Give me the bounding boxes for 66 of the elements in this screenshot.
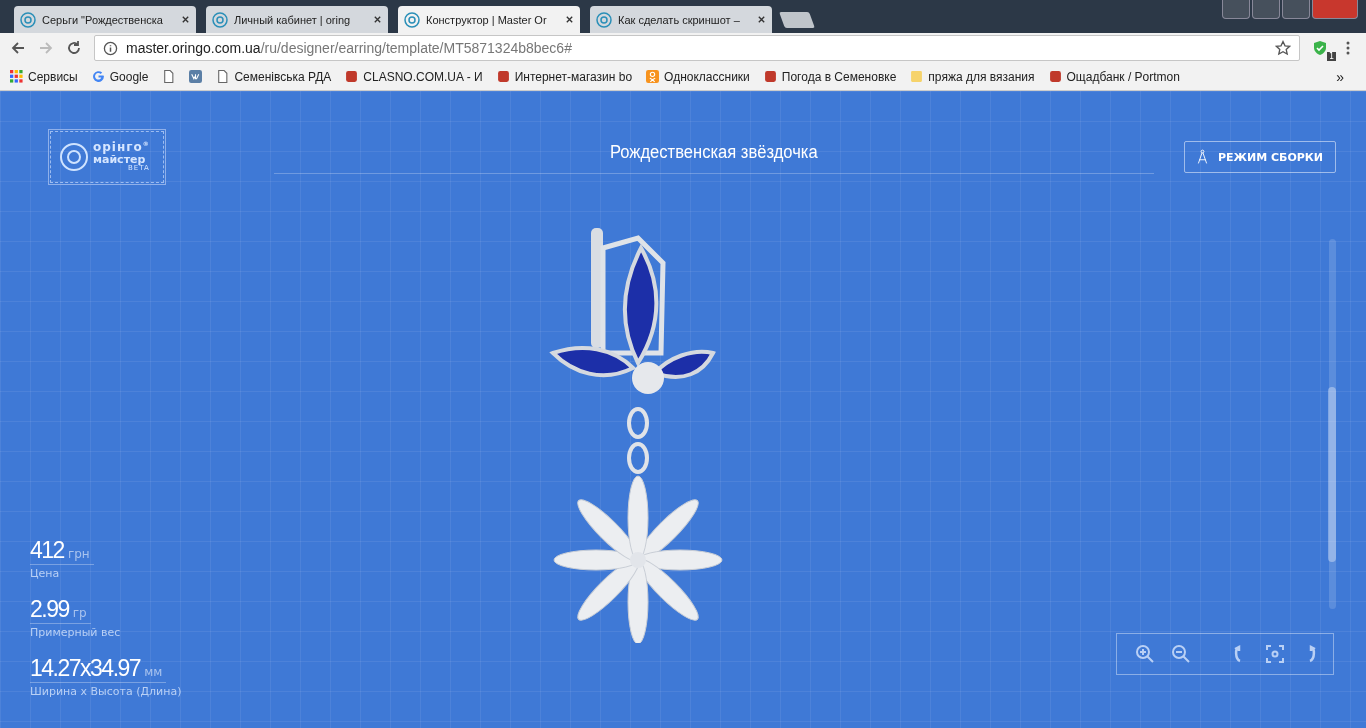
url-text: master.oringo.com.ua/ru/designer/earring/template/MT5871324b8bec6#: [126, 40, 573, 56]
shield-extension-icon[interactable]: 1: [1312, 37, 1334, 59]
browser-tab[interactable]: Как сделать скриншот –: [590, 6, 772, 33]
address-bar[interactable]: master.oringo.com.ua/ru/designer/earring/template/MT5871324b8bec6#: [94, 35, 1300, 61]
bookmark-item[interactable]: пряжа для вязания: [910, 69, 1035, 84]
focus-icon[interactable]: [1265, 644, 1285, 664]
apps-grid-icon: [10, 70, 23, 83]
zoom-in-icon[interactable]: [1135, 644, 1155, 664]
zoom-out-icon[interactable]: [1171, 644, 1191, 664]
info-icon[interactable]: [103, 40, 118, 56]
ring-icon: [20, 11, 36, 28]
stat-value: 2.99: [30, 596, 69, 623]
ring-icon: [404, 11, 420, 28]
new-tab-button[interactable]: [779, 12, 815, 28]
stat-unit: мм: [144, 665, 163, 679]
product-title: Рождественская звёздочка: [610, 141, 818, 163]
stat-unit: грн: [67, 547, 90, 561]
bookmark-item[interactable]: Сервисы: [10, 69, 78, 84]
bookmark-item[interactable]: [189, 70, 203, 83]
browser-tab[interactable]: Конструктор | Master Or: [398, 6, 580, 33]
reload-icon[interactable]: [66, 40, 82, 56]
stat-label: Ширина х Высота (Длина): [30, 685, 182, 698]
shield-icon: [1312, 40, 1328, 56]
document-icon: [216, 70, 230, 83]
tab-title: Конструктор | Master Or: [426, 13, 548, 26]
more-bookmarks-button[interactable]: »: [1336, 68, 1344, 85]
menu-icon[interactable]: [1346, 40, 1350, 56]
logo-subtitle: майстер: [93, 153, 146, 166]
site-favicon-icon: [1048, 70, 1062, 83]
extension-badge: 1: [1326, 52, 1336, 61]
star-icon[interactable]: [1275, 40, 1291, 56]
stat-value: 412: [30, 537, 64, 564]
bookmark-item[interactable]: Одноклассники: [646, 69, 750, 84]
browser-tab[interactable]: Личный кабинет | oring: [206, 6, 388, 33]
bookmark-item[interactable]: [162, 70, 176, 83]
bookmark-item[interactable]: CLASNO.COM.UA - И: [345, 69, 483, 84]
back-icon[interactable]: [10, 40, 26, 56]
bookmark-item[interactable]: Семенівська РДА: [216, 69, 332, 84]
compass-icon: [1196, 149, 1208, 165]
browser-tab[interactable]: Серьги "Рождественска: [14, 6, 196, 33]
bookmark-item[interactable]: Интернет-магазин bo: [496, 69, 633, 84]
bookmark-item[interactable]: Погода в Семеновке: [763, 69, 897, 84]
assembly-mode-button[interactable]: РЕЖИМ СБОРКИ: [1183, 141, 1336, 173]
site-favicon-icon: [345, 70, 359, 83]
ok-logo-icon: [646, 70, 660, 83]
stat-unit: гр: [72, 606, 87, 620]
stat-value: 14.27x34.97: [30, 655, 141, 682]
site-favicon-icon: [763, 70, 777, 83]
ring-logo-icon: [59, 142, 89, 172]
tab-title: Как сделать скриншот –: [618, 13, 741, 26]
stat-label: Примерный вес: [30, 626, 121, 639]
tab-title: Серьги "Рождественска: [42, 13, 164, 26]
vk-logo-icon: [189, 70, 203, 83]
ring-icon: [212, 11, 228, 28]
ring-icon: [596, 11, 612, 28]
bookmark-item[interactable]: Ощадбанк / Portmon: [1048, 69, 1180, 84]
tab-title: Личный кабинет | oring: [234, 13, 352, 26]
scroll-track[interactable]: [1329, 239, 1336, 609]
document-icon: [162, 70, 176, 83]
folder-icon: [910, 70, 924, 83]
logo-name: орінго$^{®}$: [93, 141, 150, 154]
bookmark-item[interactable]: Google: [91, 69, 149, 84]
site-favicon-icon: [496, 70, 510, 83]
stat-label: Цена: [30, 567, 60, 580]
g-logo-icon: [91, 70, 105, 83]
scroll-thumb[interactable]: [1328, 386, 1336, 562]
